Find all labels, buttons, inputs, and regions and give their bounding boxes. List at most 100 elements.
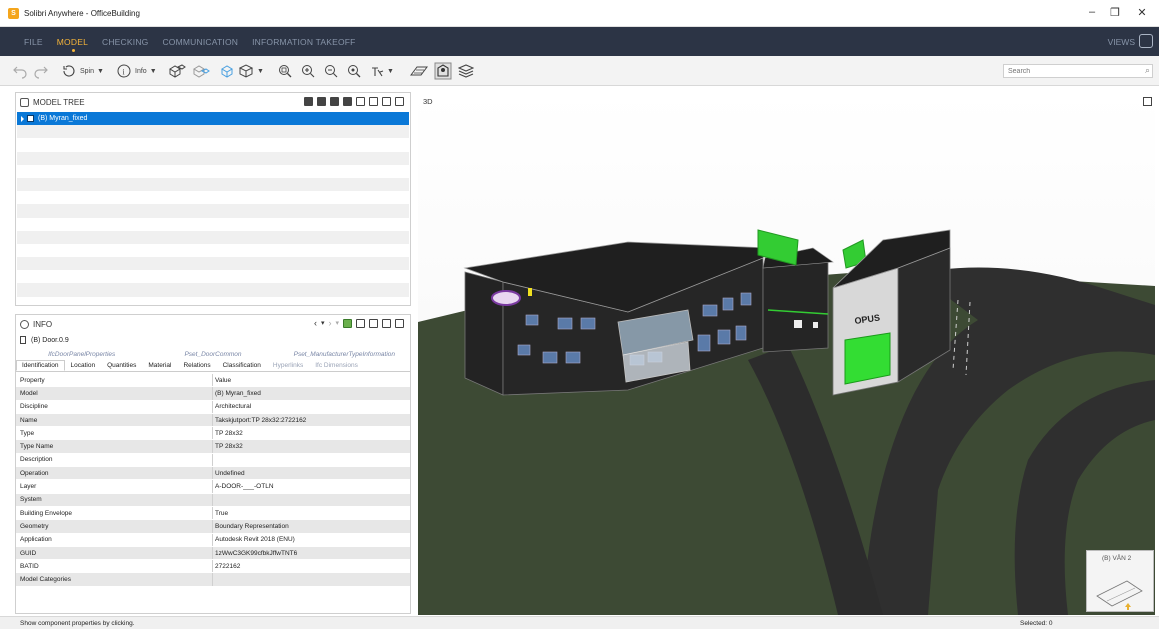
menu-checking[interactable]: CHECKING [102, 27, 148, 56]
property-key: Application [16, 533, 213, 546]
tree-row-empty [17, 191, 409, 204]
isolate-icon[interactable] [220, 62, 234, 80]
back-arrow-icon[interactable]: ‹ [314, 319, 317, 328]
history-dropdown-icon[interactable]: ▾ [321, 319, 325, 328]
redo-icon[interactable] [33, 62, 49, 80]
table-row[interactable]: System [16, 493, 410, 507]
minimap-floor-label: (B) VÅN 2 [1102, 555, 1132, 562]
table-row[interactable]: Layer A-DOOR-___-OTLN [16, 480, 410, 494]
table-row[interactable]: BATID 2722162 [16, 560, 410, 574]
status-bar: Show component properties by clicking. S… [0, 616, 1159, 629]
tab-classification[interactable]: Classification [217, 360, 267, 371]
views-label[interactable]: VIEWS [1108, 27, 1135, 56]
table-row[interactable]: Description [16, 453, 410, 468]
panel-option-icon[interactable] [356, 97, 365, 106]
undo-icon[interactable] [12, 62, 28, 80]
tree-row-empty [17, 270, 409, 283]
zoom-fit-icon[interactable] [278, 62, 292, 80]
property-key: Description [16, 453, 213, 467]
app-logo-icon: S [8, 7, 19, 19]
tree-list: (B) Myran_fixed [17, 112, 409, 297]
spin-button[interactable]: Spin ▼ [62, 62, 104, 80]
tab-identification[interactable]: Identification [16, 360, 65, 371]
show-components-icon[interactable] [168, 62, 186, 80]
tree-row-empty [17, 138, 409, 151]
property-key: System [16, 493, 213, 506]
menu-file[interactable]: FILE [24, 27, 43, 56]
zoom-in-icon[interactable] [301, 62, 315, 80]
tree-list-icon[interactable] [317, 97, 326, 106]
tab-ifc-dimensions[interactable]: Ifc Dimensions [309, 360, 364, 371]
maximize-view-icon[interactable] [1143, 97, 1152, 106]
property-value: (B) Myran_fixed [215, 389, 261, 397]
expand-arrow-icon[interactable] [21, 115, 24, 122]
panel-option-icon[interactable] [382, 319, 391, 328]
property-table: Property Value Model (B) Myran_fixed Disci… [16, 374, 410, 587]
column-header-value[interactable]: Value [213, 377, 231, 384]
property-value: 2722162 [215, 562, 241, 570]
panel-option-icon[interactable] [369, 319, 378, 328]
forward-arrow-icon[interactable]: › [328, 319, 331, 328]
table-row[interactable]: Discipline Architectural [16, 400, 410, 414]
3d-viewport[interactable]: OPUS [418, 90, 1155, 615]
panel-option-icon[interactable] [356, 319, 365, 328]
color-picker-icon[interactable] [343, 319, 352, 328]
property-value: Takskjutport:TP 28x32:2722162 [215, 416, 307, 424]
info-title: INFO [33, 319, 53, 329]
select-mode-button[interactable]: ▼ [370, 62, 394, 80]
menu-communication[interactable]: COMMUNICATION [162, 27, 238, 56]
tab-quantities[interactable]: Quantities [101, 360, 142, 371]
table-row[interactable]: GUID 1zWwC3GK99cfbkJffwTNT6 [16, 546, 410, 561]
tree-row-empty [17, 125, 409, 139]
tree-expand-icon[interactable] [343, 97, 352, 106]
tab-location[interactable]: Location [65, 360, 102, 371]
table-row[interactable]: Type TP 28x32 [16, 427, 410, 441]
search-icon[interactable]: ⌕ [1145, 65, 1150, 76]
tree-hierarchy-icon[interactable] [304, 97, 313, 106]
restore-button[interactable]: ❐ [1105, 6, 1125, 19]
maximize-panel-icon[interactable] [395, 97, 404, 106]
panel-option-icon[interactable] [382, 97, 391, 106]
hide-components-icon[interactable] [192, 62, 210, 80]
chevron-down-icon: ▼ [387, 67, 394, 75]
maximize-panel-icon[interactable] [395, 319, 404, 328]
tree-row-empty [17, 283, 409, 297]
section-plane-icon[interactable] [410, 62, 428, 80]
table-row[interactable]: Operation Undefined [16, 467, 410, 481]
transparency-button[interactable]: ▼ [238, 62, 264, 80]
table-row[interactable]: Type Name TP 28x32 [16, 440, 410, 454]
info-button[interactable]: i Info ▼ [117, 62, 157, 80]
tab-pset-doorcommon[interactable]: Pset_DoorCommon [147, 351, 278, 360]
views-icon[interactable] [1139, 34, 1153, 48]
tab-hyperlinks[interactable]: Hyperlinks [267, 360, 309, 371]
tab-relations[interactable]: Relations [177, 360, 216, 371]
table-row[interactable]: Application Autodesk Revit 2018 (ENU) [16, 533, 410, 547]
panel-option-icon[interactable] [369, 97, 378, 106]
close-button[interactable]: ✕ [1132, 6, 1152, 19]
column-header-property[interactable]: Property [16, 374, 213, 387]
zoom-out-icon[interactable] [324, 62, 338, 80]
table-row[interactable]: Model Categories [16, 573, 410, 587]
selection-count: Selected: 0 [1020, 620, 1053, 627]
menu-information-takeoff[interactable]: INFORMATION TAKEOFF [252, 27, 355, 56]
floor-plan-icon[interactable] [434, 62, 452, 80]
table-row[interactable]: Building Envelope True [16, 506, 410, 521]
tree-row-empty [17, 257, 409, 271]
search-input[interactable] [1003, 64, 1153, 78]
tab-ifcdoorpanelproperties[interactable]: IfcDoorPanelProperties [16, 351, 147, 360]
tree-row-myran-fixed[interactable]: (B) Myran_fixed [17, 112, 409, 126]
menu-model[interactable]: MODEL [57, 27, 88, 56]
table-row[interactable]: Geometry Boundary Representation [16, 520, 410, 534]
table-row[interactable]: Model (B) Myran_fixed [16, 387, 410, 401]
forward-dropdown-icon[interactable]: ▾ [335, 319, 339, 328]
selected-garage-door[interactable] [844, 332, 891, 385]
tree-filter-icon[interactable] [330, 97, 339, 106]
layers-icon[interactable] [458, 62, 474, 80]
minimize-button[interactable]: – [1082, 6, 1102, 18]
building-model-render[interactable]: OPUS [418, 90, 1155, 615]
tab-material[interactable]: Material [142, 360, 177, 371]
tab-pset-manufacturertypeinformation[interactable]: Pset_ManufacturerTypeInformation [279, 351, 410, 360]
property-key: BATID [16, 560, 213, 573]
zoom-selected-icon[interactable] [347, 62, 361, 80]
table-row[interactable]: Name Takskjutport:TP 28x32:2722162 [16, 413, 410, 428]
